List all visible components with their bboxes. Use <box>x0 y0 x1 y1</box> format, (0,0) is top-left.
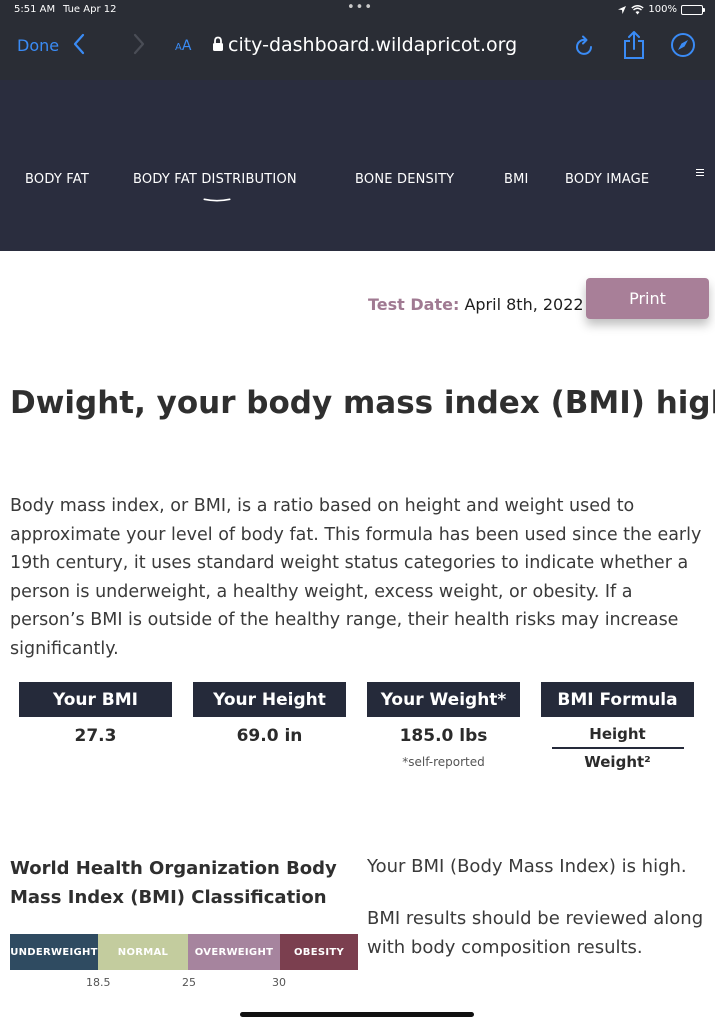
test-date: Test Date: April 8th, 2022 <box>368 295 584 314</box>
stat-formula: BMI Formula Height Weight² <box>541 682 694 771</box>
reload-icon[interactable] <box>574 34 596 58</box>
nav-item-body-fat[interactable]: BODY FAT <box>25 172 89 187</box>
test-date-label: Test Date: <box>368 295 460 314</box>
forward-icon[interactable] <box>132 32 146 56</box>
done-button[interactable]: Done <box>17 36 59 55</box>
status-time: 5:51 AM <box>14 4 56 15</box>
stat-weight-value: 185.0 lbs <box>399 726 488 746</box>
formula-divider <box>551 747 684 749</box>
scale-tick-18-5: 18.5 <box>86 976 111 989</box>
formula-numerator: Height <box>589 725 646 743</box>
browser-chrome: 5:51 AM Tue Apr 12 ••• 100% Done AA city… <box>0 0 715 80</box>
segment-overweight: OVERWEIGHT <box>188 934 280 970</box>
nav-item-body-image[interactable]: BODY IMAGE <box>565 172 649 187</box>
battery-percent: 100% <box>648 4 677 15</box>
segment-obesity: OBESITY <box>280 934 358 970</box>
compass-icon[interactable] <box>670 32 696 58</box>
nav-item-bmi[interactable]: BMI <box>504 172 529 187</box>
status-right: 100% <box>617 4 705 15</box>
scale-tick-30: 30 <box>272 976 286 989</box>
formula-denominator: Weight² <box>584 753 651 771</box>
print-button[interactable]: Print <box>586 278 709 319</box>
segment-normal: NORMAL <box>98 934 188 970</box>
status-bar: 5:51 AM Tue Apr 12 ••• 100% <box>0 0 715 18</box>
aa-large: A <box>181 38 192 54</box>
stat-weight: Your Weight* 185.0 lbs *self-reported <box>367 682 520 769</box>
menu-icon[interactable] <box>696 169 704 178</box>
bmi-result-text: Your BMI (Body Mass Index) is high. <box>367 856 687 877</box>
scale-tick-25: 25 <box>182 976 196 989</box>
stat-formula-label: BMI Formula <box>541 682 694 717</box>
home-indicator[interactable] <box>240 1012 474 1017</box>
address-bar[interactable]: city-dashboard.wildapricot.org <box>228 34 548 56</box>
who-classification-title: World Health Organization Body Mass Inde… <box>10 858 337 908</box>
wifi-icon <box>631 4 645 14</box>
lock-icon <box>213 36 223 51</box>
status-date: Tue Apr 12 <box>63 4 117 15</box>
active-tab-indicator <box>203 198 231 202</box>
stat-bmi-value: 27.3 <box>74 726 117 746</box>
back-icon[interactable] <box>72 32 86 56</box>
nav-item-bone-density[interactable]: BONE DENSITY <box>355 172 454 187</box>
bmi-scale: UNDERWEIGHT NORMAL OVERWEIGHT OBESITY <box>10 934 358 970</box>
segment-underweight: UNDERWEIGHT <box>10 934 98 970</box>
aa-small: A <box>175 42 182 53</box>
stat-height: Your Height 69.0 in <box>193 682 346 746</box>
stat-bmi-label: Your BMI <box>19 682 172 717</box>
nav-item-body-fat-distribution[interactable]: BODY FAT DISTRIBUTION <box>133 172 297 187</box>
test-date-value: April 8th, 2022 <box>464 295 584 314</box>
bmi-description: Body mass index, or BMI, is a ratio base… <box>10 496 702 659</box>
site-nav: BODY FAT BODY FAT DISTRIBUTION BONE DENS… <box>0 80 715 251</box>
stat-height-value: 69.0 in <box>236 726 303 746</box>
battery-icon <box>681 4 705 15</box>
multitasking-dots[interactable]: ••• <box>347 0 373 15</box>
stat-height-label: Your Height <box>193 682 346 717</box>
reader-aa-button[interactable]: AA <box>175 38 191 54</box>
self-reported-note: *self-reported <box>402 755 485 769</box>
share-icon[interactable] <box>622 30 646 60</box>
stat-weight-label: Your Weight* <box>367 682 520 717</box>
bmi-review-note: BMI results should be reviewed along wit… <box>367 908 704 958</box>
page-title: Dwight, your body mass index (BMI) high <box>10 385 715 421</box>
browser-toolbar: Done AA city-dashboard.wildapricot.org <box>0 28 715 64</box>
location-icon <box>618 5 627 14</box>
stat-bmi: Your BMI 27.3 <box>19 682 172 746</box>
